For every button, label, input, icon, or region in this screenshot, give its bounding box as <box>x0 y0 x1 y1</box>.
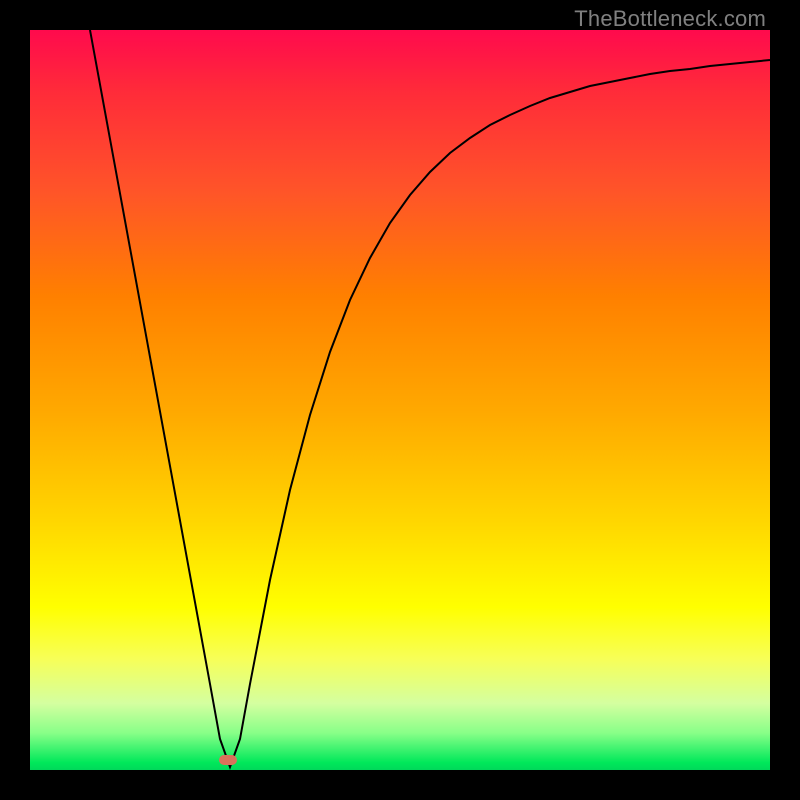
chart-frame: TheBottleneck.com <box>0 0 800 800</box>
plot-area <box>30 30 770 770</box>
bottleneck-curve <box>30 30 770 770</box>
watermark-text: TheBottleneck.com <box>574 6 766 32</box>
curve-path <box>90 30 770 767</box>
minimum-marker <box>219 755 237 765</box>
